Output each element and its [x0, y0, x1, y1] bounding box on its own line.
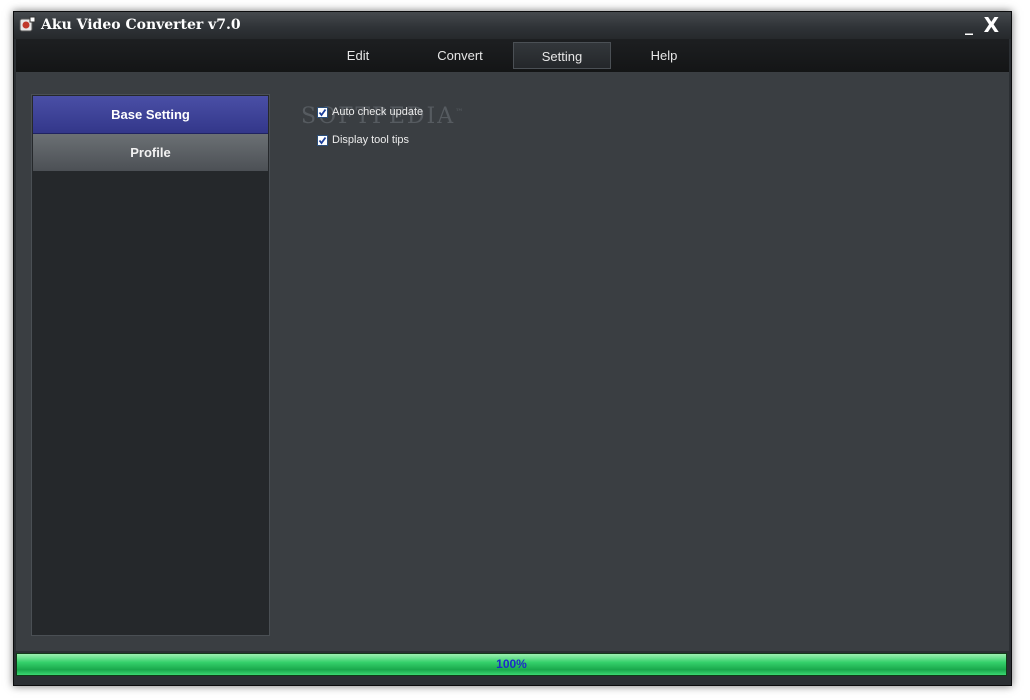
display-tool-tips-option[interactable]: Display tool tips — [317, 134, 409, 146]
minimize-button[interactable]: _ — [965, 16, 973, 35]
menu-convert[interactable]: Convert — [411, 42, 509, 69]
auto-check-update-label: Auto check update — [332, 106, 424, 118]
status-bar: 100% — [16, 651, 1009, 683]
progress-bar: 100% — [16, 653, 1007, 676]
settings-sidebar: Base Setting Profile — [31, 94, 270, 636]
display-tool-tips-label: Display tool tips — [332, 134, 410, 146]
settings-content: Base Setting Profile SOFTPEDIA™ Auto che… — [16, 73, 1009, 651]
app-film-icon — [18, 16, 36, 34]
close-button[interactable]: X — [984, 13, 999, 37]
sidebar-item-base-setting[interactable]: Base Setting — [33, 96, 268, 134]
auto-check-update-checkbox[interactable] — [317, 106, 328, 118]
watermark-mark: ™ — [455, 107, 464, 117]
progress-label: 100% — [496, 657, 527, 671]
title-bar[interactable]: Aku Video Converter v7.0 _ X — [14, 12, 1011, 39]
app-window: Aku Video Converter v7.0 _ X Edit Conver… — [13, 11, 1012, 686]
checkmark-icon — [318, 136, 327, 144]
menu-setting[interactable]: Setting — [513, 42, 611, 69]
menu-help[interactable]: Help — [615, 42, 713, 69]
menu-edit[interactable]: Edit — [309, 42, 407, 69]
sidebar-item-profile[interactable]: Profile — [33, 134, 268, 171]
checkmark-icon — [318, 108, 327, 116]
window-title: Aku Video Converter v7.0 — [41, 17, 241, 33]
menu-bar: Edit Convert Setting Help — [16, 39, 1009, 73]
display-tool-tips-checkbox[interactable] — [317, 134, 328, 146]
auto-check-update-option[interactable]: Auto check update — [317, 106, 423, 118]
